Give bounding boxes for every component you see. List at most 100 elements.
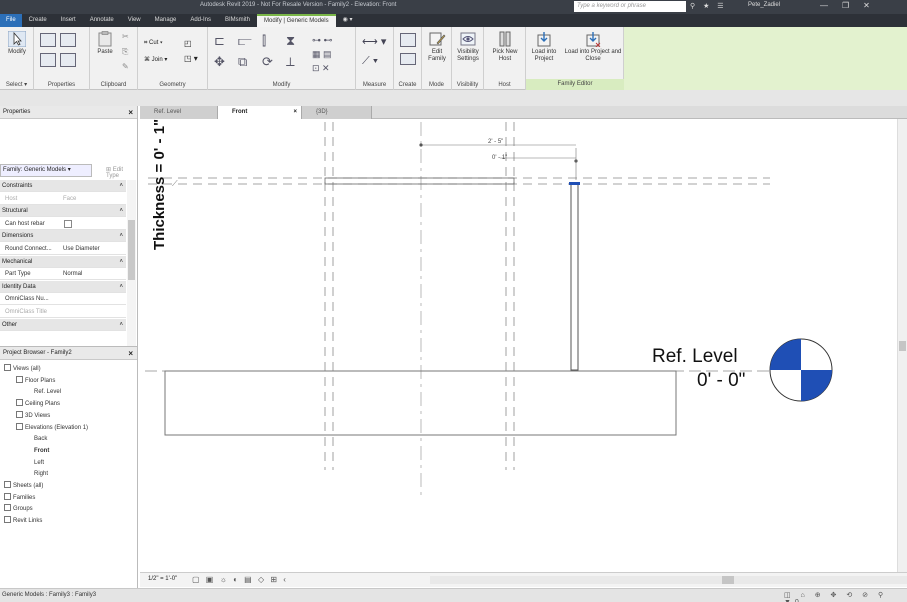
offset-icon[interactable]: ⫍ [238,33,252,49]
create-group-icon[interactable] [400,53,416,65]
horizontal-scrollbar[interactable] [430,576,907,584]
browser-item[interactable]: Ref. Level [28,387,61,397]
tab-insert[interactable]: Insert [54,14,83,27]
scroll-thumb[interactable] [128,220,135,280]
properties-icon[interactable] [40,33,56,47]
collapse-icon[interactable]: ˄ [119,256,123,268]
level-elevation[interactable]: 0' - 0" [697,370,745,392]
infocenter-icons[interactable]: ⚲ ★ ☰ [690,2,727,10]
property-category[interactable]: Constraints ˄ [0,180,126,192]
tab-add-ins[interactable]: Add-Ins [183,14,218,27]
small-dimension-value[interactable]: 0' - 1" [492,155,507,161]
collapse-icon[interactable]: ˄ [119,319,123,331]
properties-scrollbar[interactable] [127,180,136,346]
browser-item[interactable]: 3D Views [16,410,50,421]
browser-item[interactable]: Families [4,492,35,503]
browser-item[interactable]: Floor Plans [16,375,55,386]
load-into-project-close-button[interactable]: Load into Project and Close [564,31,622,63]
edit-family-button[interactable]: Edit Family [424,31,450,63]
horizontal-extrusion[interactable] [324,177,515,185]
trim-extend-icon[interactable]: ⟂ [286,54,295,70]
collapse-icon[interactable]: ˄ [119,180,123,192]
rotate-icon[interactable]: ⟳ [262,54,273,70]
elevation-drawing[interactable]: ⟋ [140,119,897,572]
view-icon[interactable] [28,458,32,465]
browser-item[interactable]: Groups [4,504,33,514]
dimension-value[interactable]: 2' - 5" [488,139,503,145]
view-icon[interactable] [28,446,32,453]
user-account[interactable]: Pete_Zadiel [748,2,780,8]
mirror-draw-icon[interactable]: ⧗ [286,33,295,49]
level-head-symbol[interactable] [769,338,833,402]
expand-icon[interactable] [16,422,23,430]
selection-filter-icons[interactable]: ◫ ⌂ ⊕ ✥ ⟲ ⊘ ⚲ ▼0 [784,591,907,602]
collapse-icon[interactable]: ˄ [119,205,123,217]
expand-icon[interactable] [4,504,11,512]
pick-new-host-button[interactable]: Pick New Host [488,31,522,63]
property-row[interactable]: Can host rebar [0,218,126,230]
tab-ref-level[interactable]: Ref. Level [140,106,218,119]
search-input[interactable]: Type a keyword or phrase [574,1,686,12]
cut-icon[interactable]: ✂ [122,32,129,41]
minimize-button[interactable]: — [820,1,842,10]
modify-button[interactable]: Modify [3,31,31,56]
thickness-label[interactable]: Thickness = 0' - 1" [151,119,168,250]
tab-manage[interactable]: Manage [148,14,184,27]
window-controls[interactable]: —❐✕ [820,1,884,10]
ribbon-options-icon[interactable]: ◉ ▾ [336,14,360,27]
tab-bimsmith[interactable]: BIMsmith [218,14,257,27]
restore-button[interactable]: ❐ [842,1,863,10]
browser-item[interactable]: Left [28,458,44,468]
tab-file[interactable]: File [0,14,22,27]
level-name[interactable]: Ref. Level [652,346,738,368]
expand-icon[interactable] [16,410,23,418]
collapse-icon[interactable]: ˄ [119,281,123,293]
split-element-icon[interactable]: ⊶ ⊷ [312,35,333,46]
property-row[interactable]: OmniClass Nu... [0,293,126,306]
close-icon[interactable]: × [293,106,297,119]
browser-item[interactable]: Right [28,469,48,479]
browser-item[interactable]: Front [28,446,49,456]
paste-button[interactable]: Paste [92,31,118,56]
property-category[interactable]: Structural ˄ [0,205,126,218]
edit-type-button[interactable]: ⊞ Edit Type [106,166,137,179]
tab-modify-generic-models[interactable]: Modify | Generic Models [257,14,336,27]
browser-item[interactable]: Ceiling Plans [16,399,60,409]
measure-tool-icon[interactable]: ⟋ ▾ [362,55,378,68]
tab-3d[interactable]: {3D} [302,106,372,119]
aligned-dimension-icon[interactable]: ⟷ ▾ [362,35,386,48]
expand-icon[interactable] [16,399,23,407]
property-value[interactable]: Use Diameter [63,243,100,255]
property-category[interactable]: Other ˄ [0,318,126,331]
expand-icon[interactable] [4,364,11,371]
split-face-icon[interactable]: ◳ ▾ [184,54,198,63]
vertical-scrollbar[interactable] [897,119,907,572]
visibility-settings-button[interactable]: Visibility Settings [453,31,483,63]
view-scale[interactable]: 1/2" = 1'-0" [148,576,177,582]
expand-icon[interactable] [16,375,23,383]
tab-front[interactable]: Front × [218,106,302,119]
tab-annotate[interactable]: Annotate [83,14,121,27]
expand-icon[interactable] [4,492,11,500]
family-type-selector[interactable]: Family: Generic Models ▾ [0,164,92,177]
select-dropdown[interactable]: Select ▾ [0,81,33,88]
tab-view[interactable]: View [121,14,148,27]
base-extrusion[interactable] [164,370,677,436]
align-icon[interactable]: ⊏ [214,33,225,49]
move-icon[interactable]: ✥ [214,54,225,70]
browser-item[interactable]: Sheets (all) [4,481,43,491]
property-category[interactable]: Mechanical ˄ [0,255,126,268]
property-row[interactable]: OmniClass Title [0,306,126,318]
browser-item[interactable]: Back [28,434,47,444]
view-icon[interactable] [28,387,32,394]
vertical-post[interactable] [570,183,579,371]
cut-geometry-button[interactable]: ⌗ Cut ▾ [144,40,163,47]
property-row[interactable]: Part Type Normal [0,268,126,281]
property-category[interactable]: Dimensions ˄ [0,230,126,243]
array-icon[interactable]: ▦ ▤ [312,49,332,60]
close-button[interactable]: ✕ [863,1,884,10]
property-row[interactable]: Round Connect... Use Diameter [0,243,126,255]
view-icon[interactable] [28,434,32,441]
browser-item[interactable]: Revit Links [4,516,42,526]
property-value[interactable]: Normal [63,268,82,280]
